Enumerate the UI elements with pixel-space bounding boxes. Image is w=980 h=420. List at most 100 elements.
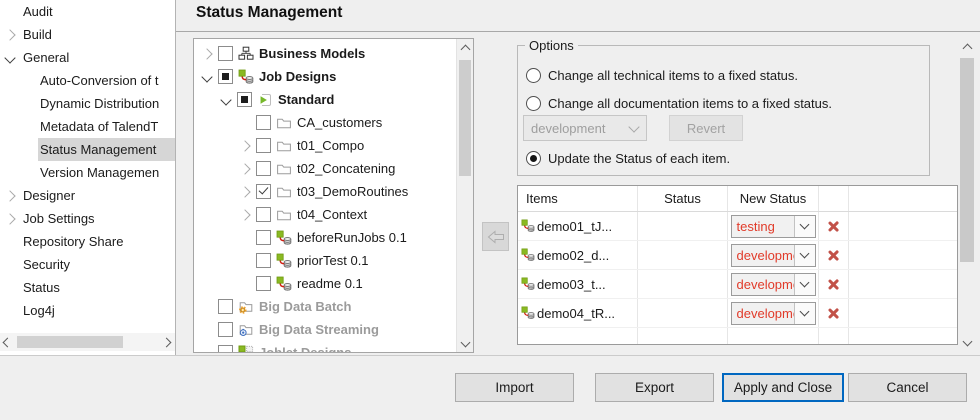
chevron-down-icon[interactable]: [4, 52, 15, 63]
new-status-dropdown[interactable]: testing: [731, 215, 816, 238]
new-status-dropdown[interactable]: development: [731, 273, 816, 296]
tree-item-big-data-batch[interactable]: Big Data Batch: [194, 295, 457, 318]
chevron-right-icon[interactable]: [4, 29, 15, 40]
checkbox-unchecked[interactable]: [218, 46, 233, 61]
chevron-right-icon[interactable]: [4, 213, 15, 224]
import-button[interactable]: Import: [455, 373, 574, 402]
nav-item-audit[interactable]: Audit: [0, 0, 175, 23]
nav-item-metadata-talend[interactable]: Metadata of TalendT: [0, 115, 175, 138]
nav-item-status-management[interactable]: Status Management: [0, 138, 175, 161]
export-button[interactable]: Export: [595, 373, 714, 402]
radio-icon[interactable]: [526, 68, 541, 83]
checkbox-unchecked[interactable]: [218, 299, 233, 314]
scroll-left-icon[interactable]: [3, 338, 13, 348]
new-status-dropdown[interactable]: development: [731, 244, 816, 267]
tree-item-job-designs[interactable]: Job Designs: [194, 65, 457, 88]
checkbox-unchecked[interactable]: [256, 230, 271, 245]
scroll-down-icon[interactable]: [963, 337, 973, 347]
nav-item-status[interactable]: Status: [0, 276, 175, 299]
tree-item-t04-context[interactable]: t04_Context: [194, 203, 457, 226]
nav-item-general[interactable]: General: [0, 46, 175, 69]
checkbox-unchecked[interactable]: [256, 161, 271, 176]
repository-tree-panel: Business Models Job Designs Standard CA_…: [193, 38, 474, 353]
dropdown-button[interactable]: [794, 303, 815, 324]
tree-vertical-scrollbar[interactable]: [456, 39, 473, 352]
table-row[interactable]: demo03_t... development: [518, 270, 957, 299]
tree-item-t02-concatening[interactable]: t02_Concatening: [194, 157, 457, 180]
tree-item-readme[interactable]: readme 0.1: [194, 272, 457, 295]
dropdown-button[interactable]: [794, 274, 815, 295]
column-header-items[interactable]: Items: [518, 186, 638, 211]
nav-item-dynamic-distribution[interactable]: Dynamic Distribution: [0, 92, 175, 115]
scroll-up-icon[interactable]: [963, 44, 973, 54]
tree-item-big-data-streaming[interactable]: Big Data Streaming: [194, 318, 457, 341]
table-row[interactable]: demo04_tR... development: [518, 299, 957, 328]
radio-change-technical[interactable]: Change all technical items to a fixed st…: [526, 67, 798, 83]
scrollbar-thumb[interactable]: [459, 60, 471, 176]
radio-change-documentation[interactable]: Change all documentation items to a fixe…: [526, 95, 832, 111]
delete-icon[interactable]: [827, 249, 840, 262]
delete-icon[interactable]: [827, 278, 840, 291]
checkbox-unchecked[interactable]: [218, 322, 233, 337]
checkbox-partial[interactable]: [237, 92, 252, 107]
business-models-icon: [238, 46, 254, 62]
tree-item-beforerunjobs[interactable]: beforeRunJobs 0.1: [194, 226, 457, 249]
chevron-down-icon[interactable]: [201, 71, 212, 82]
table-row[interactable]: demo02_d... development: [518, 241, 957, 270]
dropdown-button[interactable]: [794, 245, 815, 266]
checkbox-unchecked[interactable]: [218, 345, 233, 353]
chevron-right-icon[interactable]: [239, 186, 250, 197]
column-header-status[interactable]: Status: [638, 186, 728, 211]
nav-item-job-settings[interactable]: Job Settings: [0, 207, 175, 230]
chevron-right-icon[interactable]: [4, 190, 15, 201]
cancel-button[interactable]: Cancel: [848, 373, 967, 402]
sidebar-horizontal-scrollbar[interactable]: [0, 333, 175, 351]
table-row[interactable]: demo01_tJ... testing: [518, 212, 957, 241]
checkbox-unchecked[interactable]: [256, 138, 271, 153]
checkbox-checked[interactable]: [256, 184, 271, 199]
chevron-down-icon[interactable]: [220, 94, 231, 105]
scrollbar-thumb[interactable]: [960, 58, 974, 262]
nav-item-designer[interactable]: Designer: [0, 184, 175, 207]
job-icon: [521, 306, 535, 320]
nav-item-build[interactable]: Build: [0, 23, 175, 46]
apply-and-close-button[interactable]: Apply and Close: [722, 373, 844, 402]
nav-item-auto-conversion[interactable]: Auto-Conversion of t: [0, 69, 175, 92]
chevron-right-icon[interactable]: [239, 209, 250, 220]
chevron-right-icon[interactable]: [239, 140, 250, 151]
checkbox-unchecked[interactable]: [256, 253, 271, 268]
scrollbar-thumb[interactable]: [17, 336, 123, 348]
scroll-right-icon[interactable]: [162, 338, 172, 348]
tree-item-joblet-designs[interactable]: Joblet Designs: [194, 341, 457, 353]
nav-item-version-management[interactable]: Version Managemen: [0, 161, 175, 184]
delete-icon[interactable]: [827, 220, 840, 233]
scroll-down-icon[interactable]: [461, 338, 471, 348]
nav-item-repository-share[interactable]: Repository Share: [0, 230, 175, 253]
radio-update-each-item[interactable]: Update the Status of each item.: [526, 150, 730, 166]
nav-item-security[interactable]: Security: [0, 253, 175, 276]
radio-selected-icon[interactable]: [526, 151, 541, 166]
tree-item-ca-customers[interactable]: CA_customers: [194, 111, 457, 134]
delete-icon[interactable]: [827, 307, 840, 320]
column-header-new-status[interactable]: New Status: [728, 186, 819, 211]
panel-vertical-scrollbar[interactable]: [958, 38, 977, 352]
job-icon: [521, 248, 535, 262]
radio-icon[interactable]: [526, 96, 541, 111]
chevron-right-icon[interactable]: [201, 48, 212, 59]
checkbox-partial[interactable]: [218, 69, 233, 84]
checkbox-unchecked[interactable]: [256, 207, 271, 222]
scroll-up-icon[interactable]: [461, 45, 471, 55]
new-status-dropdown[interactable]: development: [731, 302, 816, 325]
dropdown-button[interactable]: [794, 216, 815, 237]
job-icon: [521, 277, 535, 291]
checkbox-unchecked[interactable]: [256, 115, 271, 130]
checkbox-unchecked[interactable]: [256, 276, 271, 291]
tree-item-t03-demoroutines[interactable]: t03_DemoRoutines: [194, 180, 457, 203]
nav-item-log4j[interactable]: Log4j: [0, 299, 175, 322]
tree-item-t01-compo[interactable]: t01_Compo: [194, 134, 457, 157]
job-icon: [238, 69, 254, 85]
chevron-right-icon[interactable]: [239, 163, 250, 174]
tree-item-standard[interactable]: Standard: [194, 88, 457, 111]
tree-item-business-models[interactable]: Business Models: [194, 42, 457, 65]
tree-item-priortest[interactable]: priorTest 0.1: [194, 249, 457, 272]
